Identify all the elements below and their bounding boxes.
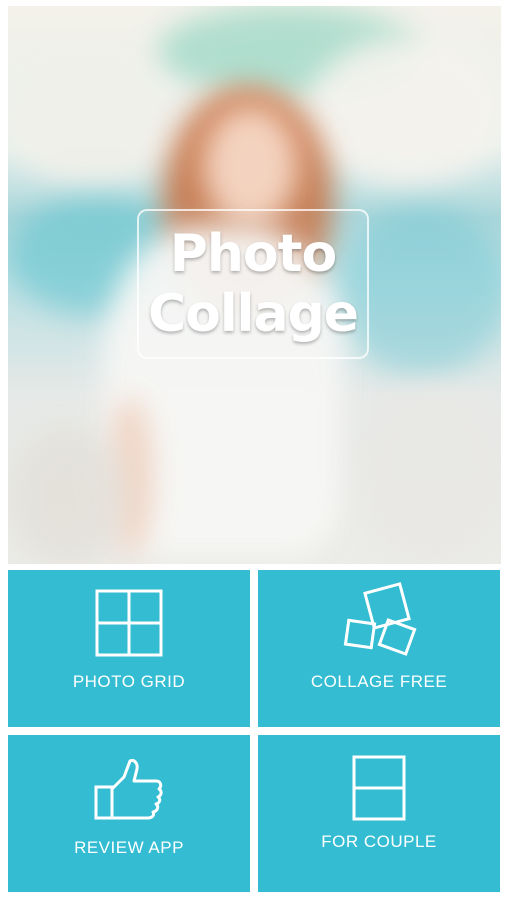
photo-grid-label: PHOTO GRID <box>72 672 186 691</box>
app-title-line-1: Photo <box>169 224 337 284</box>
for-couple-button[interactable]: FOR COUPLE <box>258 735 500 892</box>
photo-grid-button[interactable]: PHOTO GRID <box>8 570 250 727</box>
collage-free-label: COLLAGE FREE <box>310 672 448 691</box>
collage-free-button[interactable]: COLLAGE FREE <box>258 570 500 727</box>
review-app-label: REVIEW APP <box>74 838 184 857</box>
thumbs-up-icon <box>94 759 163 820</box>
review-app-button[interactable]: REVIEW APP <box>8 735 250 892</box>
app-title-frame: Photo Collage <box>137 209 369 359</box>
for-couple-label: FOR COUPLE <box>321 832 437 851</box>
scattered-frames-icon <box>343 582 417 656</box>
hero-photo: Photo Collage <box>8 6 501 564</box>
app-title-line-2: Collage <box>147 284 359 344</box>
split-frame-icon <box>352 755 406 821</box>
app-screen: Photo Collage PHOTO GRID COLLAGE FREE RE… <box>0 0 507 900</box>
grid-icon <box>95 589 163 657</box>
